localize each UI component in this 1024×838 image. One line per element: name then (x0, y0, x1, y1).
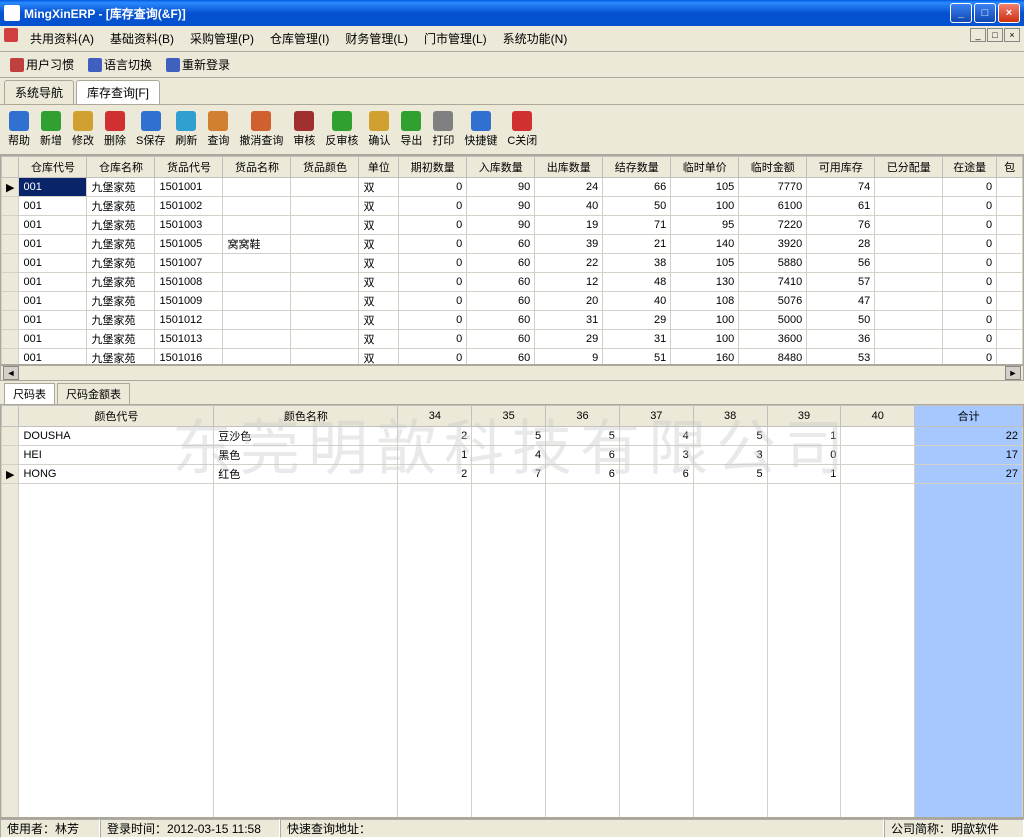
menubar: 共用资料(A) 基础资料(B) 采购管理(P) 仓库管理(I) 财务管理(L) 门市管理(… (0, 26, 1024, 52)
refresh-button[interactable]: 刷新 (171, 109, 201, 150)
h-scrollbar[interactable]: ◄ ► (0, 365, 1024, 381)
statusbar: 使用者：林芳 登录时间：2012-03-15 11:58 快速查询地址： 公司简… (0, 818, 1024, 838)
help-button[interactable]: 帮助 (4, 109, 34, 150)
table-row[interactable]: 001九堡家苑1501002双09040501006100610 (2, 197, 1023, 216)
subtab-尺码表[interactable]: 尺码表 (4, 383, 55, 404)
export-button[interactable]: 导出 (396, 109, 426, 150)
mdi-restore-button[interactable]: □ (987, 28, 1003, 42)
table-row[interactable]: 001九堡家苑1501009双06020401085076470 (2, 292, 1023, 311)
audit-icon (294, 111, 314, 131)
confirm-icon (369, 111, 389, 131)
scroll-left-icon[interactable]: ◄ (3, 366, 19, 380)
maximize-button[interactable]: □ (974, 3, 996, 23)
menu-item[interactable]: 仓库管理(I) (266, 28, 333, 49)
titlebar-text: MingXinERP - [库存查询(&F)] (24, 5, 950, 22)
tb-用户习惯[interactable]: 用户习惯 (4, 54, 80, 75)
mdi-min-button[interactable]: _ (970, 28, 986, 42)
tb-icon (166, 58, 180, 72)
close-icon (512, 111, 532, 131)
confirm-button[interactable]: 确认 (364, 109, 394, 150)
table-row[interactable]: 001九堡家苑1501013双06029311003600360 (2, 330, 1023, 349)
size-grid-wrap: 颜色代号颜色名称34353637383940合计DOUSHA豆沙色2554512… (0, 404, 1024, 818)
status-login-time: 登录时间：2012-03-15 11:58 (100, 819, 280, 838)
undo-query-button[interactable]: 撤消查询 (235, 109, 287, 150)
status-user: 使用者：林芳 (0, 819, 100, 838)
refresh-icon (176, 111, 196, 131)
save-icon (141, 111, 161, 131)
print-button[interactable]: 打印 (428, 109, 458, 150)
export-icon (401, 111, 421, 131)
close-button[interactable]: C关闭 (503, 109, 541, 150)
table-row[interactable]: 001九堡家苑1501005窝窝鞋双06039211403920280 (2, 235, 1023, 254)
edit-icon (73, 111, 93, 131)
tb-icon (10, 58, 24, 72)
table-row[interactable]: 001九堡家苑1501003双0901971957220760 (2, 216, 1023, 235)
delete-icon (105, 111, 125, 131)
menu-item[interactable]: 采购管理(P) (186, 28, 258, 49)
inventory-grid[interactable]: 仓库代号仓库名称货品代号货品名称货品颜色单位期初数量入库数量出库数量结存数量临时… (0, 155, 1024, 365)
menu-item[interactable]: 基础资料(B) (106, 28, 178, 49)
close-window-button[interactable]: × (998, 3, 1020, 23)
toolbar-main: 帮助新增修改删除S保存刷新查询撤消查询审核反审核确认导出打印快捷键C关闭 (0, 105, 1024, 155)
add-icon (41, 111, 61, 131)
menu-item[interactable]: 系统功能(N) (499, 28, 572, 49)
tb-icon (88, 58, 102, 72)
query-icon (208, 111, 228, 131)
tb-重新登录[interactable]: 重新登录 (160, 54, 236, 75)
help-icon (9, 111, 29, 131)
delete-button[interactable]: 删除 (100, 109, 130, 150)
save-button[interactable]: S保存 (132, 109, 169, 150)
table-row[interactable]: ▶001九堡家苑1501001双09024661057770740 (2, 178, 1023, 197)
table-row[interactable]: 001九堡家苑1501016双0609511608480530 (2, 349, 1023, 366)
table-row[interactable]: 001九堡家苑1501008双06012481307410570 (2, 273, 1023, 292)
audit-button[interactable]: 审核 (289, 109, 319, 150)
minimize-button[interactable]: _ (950, 3, 972, 23)
menu-icon (4, 28, 18, 42)
titlebar: MingXinERP - [库存查询(&F)] _ □ × (0, 0, 1024, 26)
table-row[interactable]: ▶HONG红色27665127 (2, 465, 1023, 484)
table-row[interactable]: HEI黑色14633017 (2, 446, 1023, 465)
menu-item[interactable]: 财务管理(L) (341, 28, 412, 49)
sub-tabbar: 尺码表尺码金额表 (0, 381, 1024, 404)
table-row[interactable]: DOUSHA豆沙色25545122 (2, 427, 1023, 446)
shortcut-button[interactable]: 快捷键 (460, 109, 501, 150)
query-button[interactable]: 查询 (203, 109, 233, 150)
menu-item[interactable]: 门市管理(L) (420, 28, 491, 49)
table-row[interactable]: 001九堡家苑1501007双06022381055880560 (2, 254, 1023, 273)
unaudit-button[interactable]: 反审核 (321, 109, 362, 150)
undo-query-icon (251, 111, 271, 131)
tb-语言切换[interactable]: 语言切换 (82, 54, 158, 75)
shortcut-icon (471, 111, 491, 131)
tab-系统导航[interactable]: 系统导航 (4, 80, 74, 104)
scroll-right-icon[interactable]: ► (1005, 366, 1021, 380)
print-icon (433, 111, 453, 131)
add-button[interactable]: 新增 (36, 109, 66, 150)
status-quick-search: 快速查询地址： (280, 819, 884, 838)
edit-button[interactable]: 修改 (68, 109, 98, 150)
unaudit-icon (332, 111, 352, 131)
subtab-尺码金额表[interactable]: 尺码金额表 (57, 383, 130, 404)
tab-库存查询[F][interactable]: 库存查询[F] (76, 80, 160, 104)
mdi-close-button[interactable]: × (1004, 28, 1020, 42)
toolbar-top: 用户习惯语言切换重新登录 (0, 52, 1024, 78)
table-row[interactable]: 001九堡家苑1501012双06031291005000500 (2, 311, 1023, 330)
size-grid[interactable]: 颜色代号颜色名称34353637383940合计DOUSHA豆沙色2554512… (1, 405, 1023, 817)
menu-item[interactable]: 共用资料(A) (26, 28, 98, 49)
tabbar: 系统导航库存查询[F] (0, 78, 1024, 105)
app-icon (4, 5, 20, 21)
status-company: 公司简称：明歆软件 (884, 819, 1024, 838)
